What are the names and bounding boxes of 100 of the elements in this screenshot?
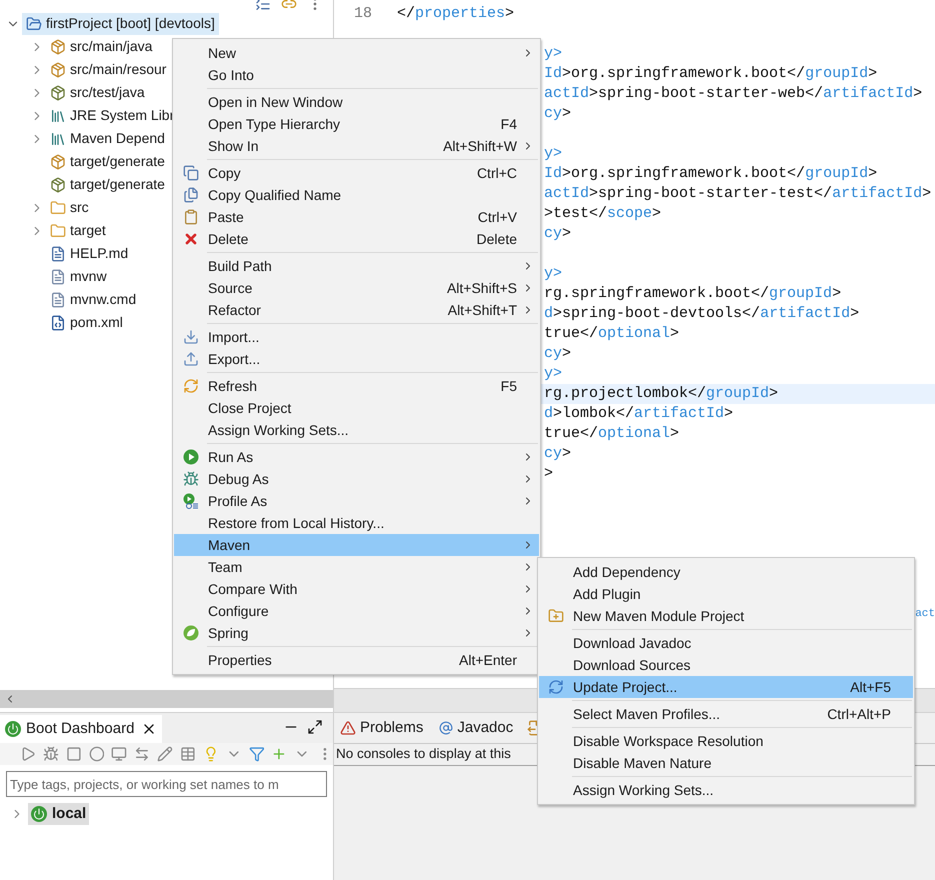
menu-item[interactable]: Configure — [174, 600, 539, 622]
tree-item[interactable]: src — [46, 196, 93, 218]
code-line: Id>org.springframework.boot</groupId> — [544, 165, 878, 182]
tree-item[interactable]: local — [28, 803, 90, 825]
profile-icon — [183, 493, 199, 509]
menu-item[interactable]: Properties Alt+Enter — [174, 649, 539, 671]
import-icon — [183, 329, 199, 345]
package-folder-icon — [50, 38, 66, 54]
file-icon — [50, 268, 66, 284]
copy-icon — [183, 165, 199, 181]
arrows-icon[interactable] — [134, 746, 150, 762]
tree-item[interactable]: Maven Depend — [46, 128, 169, 150]
menu-item[interactable]: Refresh F5 — [174, 375, 539, 397]
line-number: 18 — [352, 4, 372, 24]
tree-item[interactable]: target/generate — [46, 150, 169, 172]
package-folder-icon — [50, 62, 66, 78]
menu-item[interactable]: New — [174, 42, 539, 64]
power-icon — [5, 721, 21, 737]
tree-item[interactable]: target — [46, 220, 110, 242]
menu-item[interactable]: Compare With — [174, 578, 539, 600]
menu-item[interactable]: Refactor Alt+Shift+T — [174, 299, 539, 321]
table-icon[interactable] — [180, 746, 196, 762]
code-line: </properties> — [397, 4, 514, 24]
debug-icon[interactable] — [42, 746, 59, 762]
tree-item[interactable]: HELP.md — [46, 242, 132, 264]
run-icon — [183, 449, 199, 465]
menu-item[interactable]: Download Javadoc — [539, 632, 913, 654]
paste-icon — [183, 209, 199, 225]
code-line: > — [544, 465, 554, 482]
menu-item[interactable]: Run As — [174, 446, 539, 468]
package-folder-icon — [50, 84, 66, 100]
library-icon — [50, 130, 66, 146]
tree-item[interactable]: target/generate — [46, 174, 169, 196]
refresh-icon — [183, 378, 199, 394]
filter-icon[interactable] — [248, 746, 264, 762]
tree-item[interactable]: src/test/java — [46, 82, 149, 104]
menu-item[interactable]: Assign Working Sets... — [539, 779, 913, 801]
problems-icon — [340, 720, 356, 736]
menu-item[interactable]: Paste Ctrl+V — [174, 206, 539, 228]
menu-item[interactable]: Restore from Local History... — [174, 512, 539, 534]
power-icon — [31, 806, 47, 822]
panel-tab[interactable]: Problems — [338, 715, 426, 741]
package-folder-icon — [50, 154, 66, 170]
menu-item[interactable]: Disable Workspace Resolution — [539, 730, 913, 752]
update-icon — [548, 679, 564, 695]
menu-item[interactable]: Delete Delete — [174, 228, 539, 250]
code-line: true</optional> — [544, 325, 680, 342]
code-line: true</optional> — [544, 425, 680, 442]
stop-icon[interactable] — [66, 746, 82, 762]
horizontal-scrollbar[interactable] — [0, 690, 333, 708]
circle-icon[interactable] — [88, 746, 104, 762]
code-line: cy> — [544, 345, 572, 362]
menu-item[interactable]: Export... — [174, 348, 539, 370]
menu-item[interactable]: Assign Working Sets... — [174, 419, 539, 441]
collapse-all-icon[interactable] — [255, 0, 271, 12]
menu-item[interactable]: Build Path — [174, 255, 539, 277]
menu-item[interactable]: Download Sources — [539, 654, 913, 676]
pencil-icon[interactable] — [157, 746, 174, 762]
menu-item[interactable]: Maven — [174, 534, 539, 556]
menu-item[interactable]: Profile As — [174, 490, 539, 512]
code-line: actId>spring-boot-starter-web</artifactId> — [544, 85, 922, 102]
maximize-icon[interactable] — [307, 719, 323, 735]
menu-item[interactable]: Show In Alt+Shift+W — [174, 135, 539, 157]
tree-item[interactable]: firstProject [boot] [devtools] — [22, 12, 219, 34]
menu-item[interactable]: Import... — [174, 326, 539, 348]
menu-item[interactable]: New Maven Module Project — [539, 605, 913, 627]
menu-item[interactable]: Debug As — [174, 468, 539, 490]
code-line: d>lombok</artifactId> — [544, 405, 734, 422]
tree-item[interactable]: src/main/java — [46, 36, 156, 58]
menu-item[interactable]: Select Maven Profiles... Ctrl+Alt+P — [539, 703, 913, 725]
panel-tab[interactable]: Javadoc — [437, 715, 516, 741]
code-line: cy> — [544, 445, 572, 462]
tree-item[interactable]: pom.xml — [46, 312, 127, 334]
folder-icon — [50, 200, 66, 216]
start-icon[interactable] — [20, 746, 36, 762]
file-icon — [50, 292, 66, 308]
tree-item[interactable]: mvnw — [46, 266, 111, 288]
menu-item[interactable]: Spring — [174, 622, 539, 644]
spring-icon — [183, 625, 199, 641]
console-message: No consoles to display at this — [336, 745, 511, 764]
code-line: act — [915, 607, 935, 622]
menu-item[interactable]: Go Into — [174, 64, 539, 86]
monitor-icon[interactable] — [111, 746, 128, 762]
copy-icon — [183, 187, 199, 203]
menu-item[interactable]: Close Project — [174, 397, 539, 419]
menu-item[interactable]: Copy Qualified Name — [174, 184, 539, 206]
menu-item[interactable]: Source Alt+Shift+S — [174, 277, 539, 299]
export-icon — [183, 351, 199, 367]
tree-item[interactable]: mvnw.cmd — [46, 288, 140, 310]
menu-item[interactable]: Update Project... Alt+F5 — [539, 676, 913, 698]
menu-item[interactable]: Copy Ctrl+C — [174, 162, 539, 184]
menu-item[interactable]: Add Plugin — [539, 583, 913, 605]
code-line: Id>org.springframework.boot</groupId> — [544, 65, 878, 82]
boot-dashboard-tab[interactable]: Boot Dashboard — [0, 715, 162, 743]
filter-field[interactable]: Type tags, projects, or working set names to m — [6, 771, 327, 797]
menu-item[interactable]: Disable Maven Nature — [539, 752, 913, 774]
code-line: cy> — [544, 225, 572, 242]
menu-item[interactable]: Add Dependency — [539, 561, 913, 583]
menu-item[interactable]: Team — [174, 556, 539, 578]
tree-item[interactable]: src/main/resour — [46, 58, 170, 80]
